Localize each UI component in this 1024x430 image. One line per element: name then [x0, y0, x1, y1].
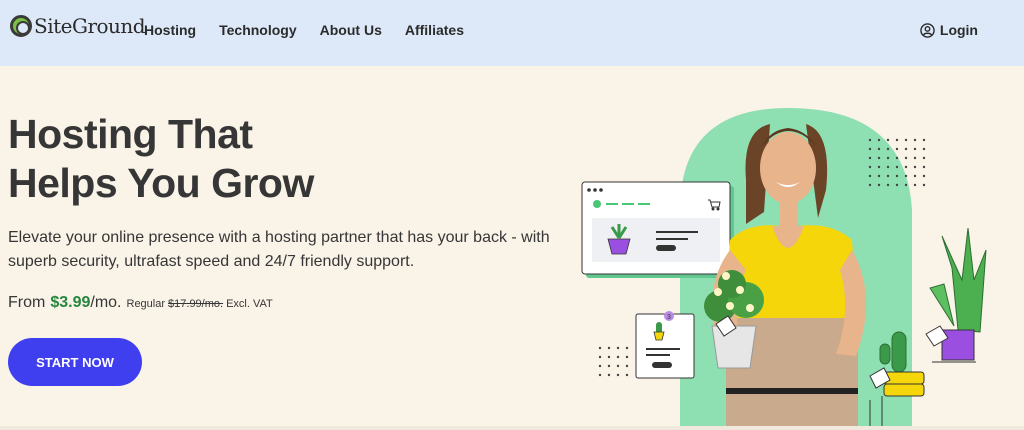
user-circle-icon	[920, 22, 935, 38]
price-from: From	[8, 294, 46, 311]
headline-line-2: Helps You Grow	[8, 160, 314, 206]
plant-icon	[607, 224, 631, 255]
price-regular-label: Regular	[126, 298, 166, 310]
login-button[interactable]: Login	[920, 22, 978, 38]
nav-about-us[interactable]: About Us	[320, 22, 382, 38]
logo-icon	[10, 15, 32, 37]
nav-hosting[interactable]: Hosting	[144, 22, 196, 38]
price-amount: $3.99	[50, 294, 91, 311]
price-info: From $3.99 /mo. Regular $17.99/mo. Excl.…	[8, 294, 273, 312]
siteground-logo[interactable]: SiteGround	[10, 14, 146, 38]
purple-potted-plant	[925, 227, 987, 363]
dot-grid-bottom-left	[598, 346, 629, 377]
site-header: SiteGround Hosting Technology About Us A…	[0, 0, 1024, 66]
product-card: 3	[635, 311, 695, 379]
section-divider	[0, 426, 1024, 430]
start-now-button[interactable]: START NOW	[8, 338, 142, 386]
login-label: Login	[939, 22, 978, 38]
nav-affiliates[interactable]: Affiliates	[405, 22, 464, 38]
price-unit: /mo.	[90, 294, 122, 311]
page-title: Hosting That Helps You Grow	[8, 110, 314, 208]
price-vat: Excl. VAT	[226, 298, 273, 310]
nav-technology[interactable]: Technology	[219, 22, 297, 38]
headline-line-1: Hosting That	[8, 111, 253, 157]
browser-card	[581, 181, 734, 278]
price-regular-old: $17.99/mo.	[168, 298, 224, 310]
main-nav: Hosting Technology About Us Affiliates	[144, 22, 487, 38]
hero-illustration: 3	[581, 108, 987, 430]
logo-text: SiteGround	[34, 14, 146, 38]
card-badge-count: 3	[667, 314, 671, 321]
hero-subtext: Elevate your online presence with a host…	[8, 229, 550, 270]
